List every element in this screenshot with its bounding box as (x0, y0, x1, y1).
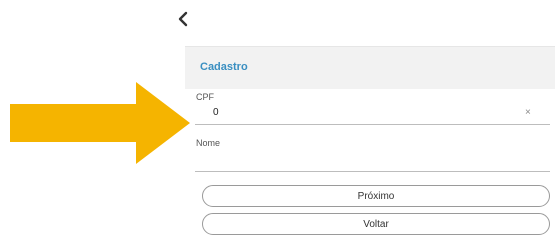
nome-underline (195, 171, 550, 172)
panel-header: Cadastro (185, 46, 555, 89)
clear-icon[interactable]: × (525, 107, 531, 118)
back-button[interactable]: Voltar (202, 213, 550, 235)
chevron-left-icon[interactable] (175, 9, 193, 29)
nome-input[interactable] (197, 152, 537, 166)
arrow-right-icon (10, 82, 190, 164)
screen: Cadastro CPF × Nome Próximo Voltar (0, 0, 555, 245)
registration-panel: Cadastro CPF × Nome Próximo Voltar (185, 38, 555, 245)
next-button[interactable]: Próximo (202, 185, 550, 207)
cpf-label: CPF (196, 92, 214, 102)
cpf-input[interactable] (213, 105, 513, 119)
cpf-underline (195, 124, 550, 125)
nome-label: Nome (196, 138, 221, 148)
panel-title: Cadastro (200, 61, 248, 73)
